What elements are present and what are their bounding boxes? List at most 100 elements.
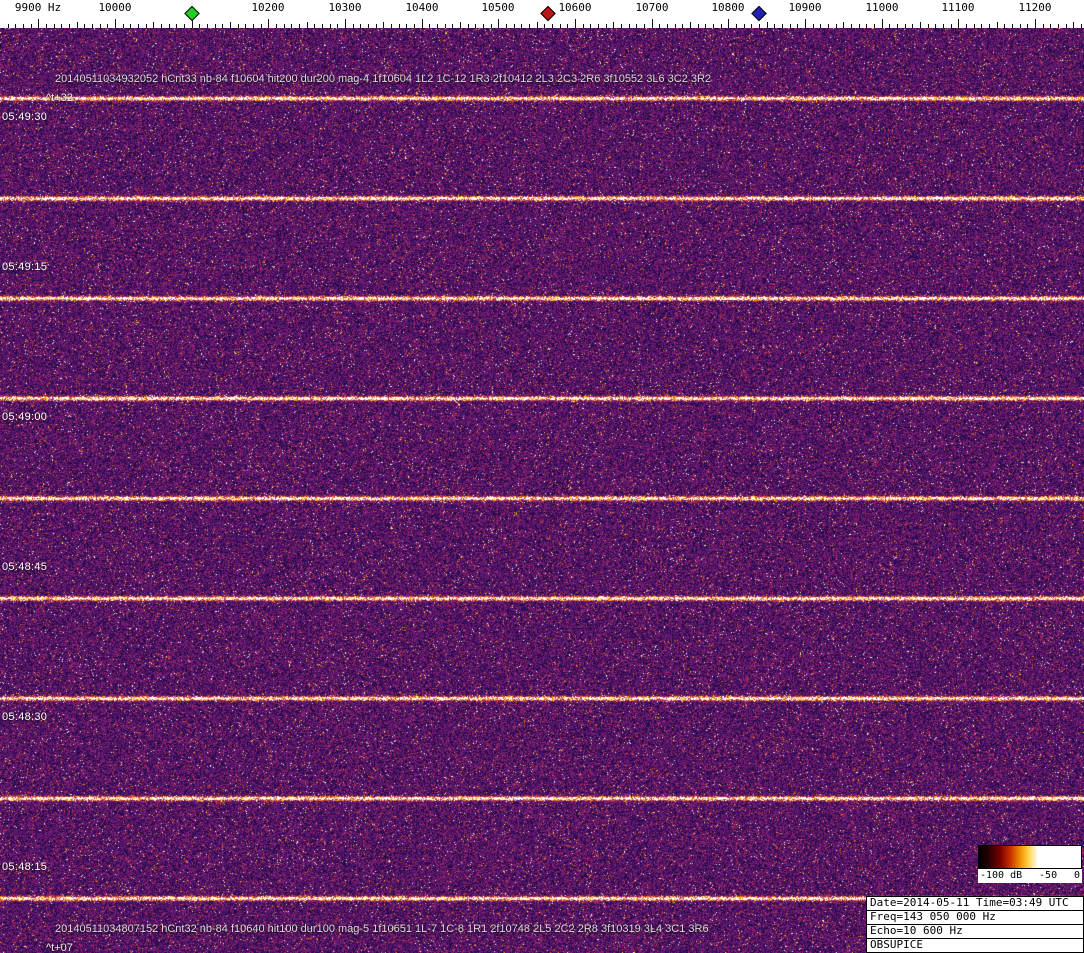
freq-tick: [583, 24, 584, 28]
freq-tick: [222, 24, 223, 28]
freq-tick: [552, 24, 553, 28]
intensity-legend: -100 dB -50 0: [978, 845, 1082, 883]
detection-time-marker: ^t+07: [46, 942, 73, 953]
freq-tick: [682, 24, 683, 28]
freq-tick: [498, 19, 499, 28]
freq-tick: [667, 24, 668, 28]
freq-tick: [790, 24, 791, 28]
freq-tick: [997, 22, 998, 28]
freq-tick: [299, 24, 300, 28]
freq-tick: [215, 24, 216, 28]
freq-tick: [184, 24, 185, 28]
freq-tick: [859, 24, 860, 28]
freq-tick: [652, 19, 653, 28]
freq-tick: [153, 22, 154, 28]
waterfall-spectrogram-canvas: [0, 28, 1084, 953]
freq-tick: [759, 24, 760, 28]
freq-tick: [199, 24, 200, 28]
freq-tick: [698, 24, 699, 28]
intensity-legend-labels: -100 dB -50 0: [978, 869, 1082, 883]
freq-tick: [31, 24, 32, 28]
freq-tick: [951, 24, 952, 28]
freq-tick: [943, 24, 944, 28]
freq-tick: [989, 24, 990, 28]
freq-tick: [590, 24, 591, 28]
freq-tick: [368, 24, 369, 28]
info-date-time: Date=2014-05-11 Time=03:49 UTC: [867, 897, 1083, 911]
freq-tick: [751, 24, 752, 28]
red-diamond-marker[interactable]: [540, 5, 556, 22]
freq-tick: [544, 24, 545, 28]
freq-tick: [468, 24, 469, 28]
freq-tick-label: 10200: [251, 1, 285, 14]
freq-tick-label: 11100: [941, 1, 975, 14]
freq-tick: [644, 24, 645, 28]
freq-tick-label: 10500: [481, 1, 515, 14]
freq-tick-label: 10900: [788, 1, 822, 14]
freq-tick: [383, 22, 384, 28]
freq-tick: [767, 22, 768, 28]
freq-tick: [966, 24, 967, 28]
freq-tick: [613, 22, 614, 28]
freq-tick: [621, 24, 622, 28]
freq-tick: [130, 24, 131, 28]
freq-tick: [123, 24, 124, 28]
freq-tick: [406, 24, 407, 28]
freq-tick: [836, 24, 837, 28]
freq-tick: [744, 24, 745, 28]
freq-tick: [713, 24, 714, 28]
freq-tick: [866, 24, 867, 28]
time-axis-label: 05:48:45: [2, 561, 48, 573]
freq-tick: [521, 24, 522, 28]
freq-tick: [261, 24, 262, 28]
freq-tick: [920, 22, 921, 28]
freq-tick: [84, 24, 85, 28]
freq-tick: [1043, 24, 1044, 28]
freq-tick-label: 10800: [711, 1, 745, 14]
freq-tick: [207, 24, 208, 28]
freq-tick: [353, 24, 354, 28]
freq-tick: [238, 24, 239, 28]
freq-tick-label: 9900 Hz: [14, 1, 62, 14]
freq-tick: [437, 24, 438, 28]
time-axis-label: 05:49:15: [2, 261, 48, 273]
freq-tick: [560, 24, 561, 28]
freq-tick: [1073, 22, 1074, 28]
freq-tick: [736, 24, 737, 28]
freq-tick: [797, 24, 798, 28]
time-axis-label: 05:48:15: [2, 861, 48, 873]
freq-tick: [905, 24, 906, 28]
freq-tick: [912, 24, 913, 28]
freq-tick: [805, 19, 806, 28]
freq-tick: [169, 24, 170, 28]
intensity-gradient-bar: [978, 845, 1082, 869]
freq-tick: [928, 24, 929, 28]
freq-tick: [882, 19, 883, 28]
freq-tick: [268, 19, 269, 28]
green-diamond-marker[interactable]: [184, 5, 200, 22]
freq-tick: [322, 24, 323, 28]
freq-tick: [491, 24, 492, 28]
legend-label-max: 0: [1073, 870, 1080, 881]
meteor-spectrogram-screen: 9900 Hz 10000 10200 10300 10400 10500 10600 107…: [0, 0, 1084, 953]
freq-tick: [889, 24, 890, 28]
freq-tick: [935, 24, 936, 28]
freq-tick: [636, 24, 637, 28]
freq-tick: [1004, 24, 1005, 28]
freq-tick-label: 11200: [1018, 1, 1052, 14]
frequency-ruler: 9900 Hz 10000 10200 10300 10400 10500 10600 107…: [0, 0, 1084, 28]
freq-tick: [690, 22, 691, 28]
freq-tick: [728, 19, 729, 28]
freq-tick: [307, 22, 308, 28]
freq-tick: [1027, 24, 1028, 28]
blue-diamond-marker[interactable]: [751, 5, 767, 22]
detection-time-marker: ^t+32: [46, 92, 73, 104]
freq-tick: [460, 22, 461, 28]
freq-tick: [721, 24, 722, 28]
freq-tick: [146, 24, 147, 28]
freq-tick: [598, 24, 599, 28]
freq-tick-label: 10300: [328, 1, 362, 14]
freq-tick: [77, 22, 78, 28]
info-station-name: OBSUPICE: [870, 939, 923, 951]
freq-tick: [391, 24, 392, 28]
